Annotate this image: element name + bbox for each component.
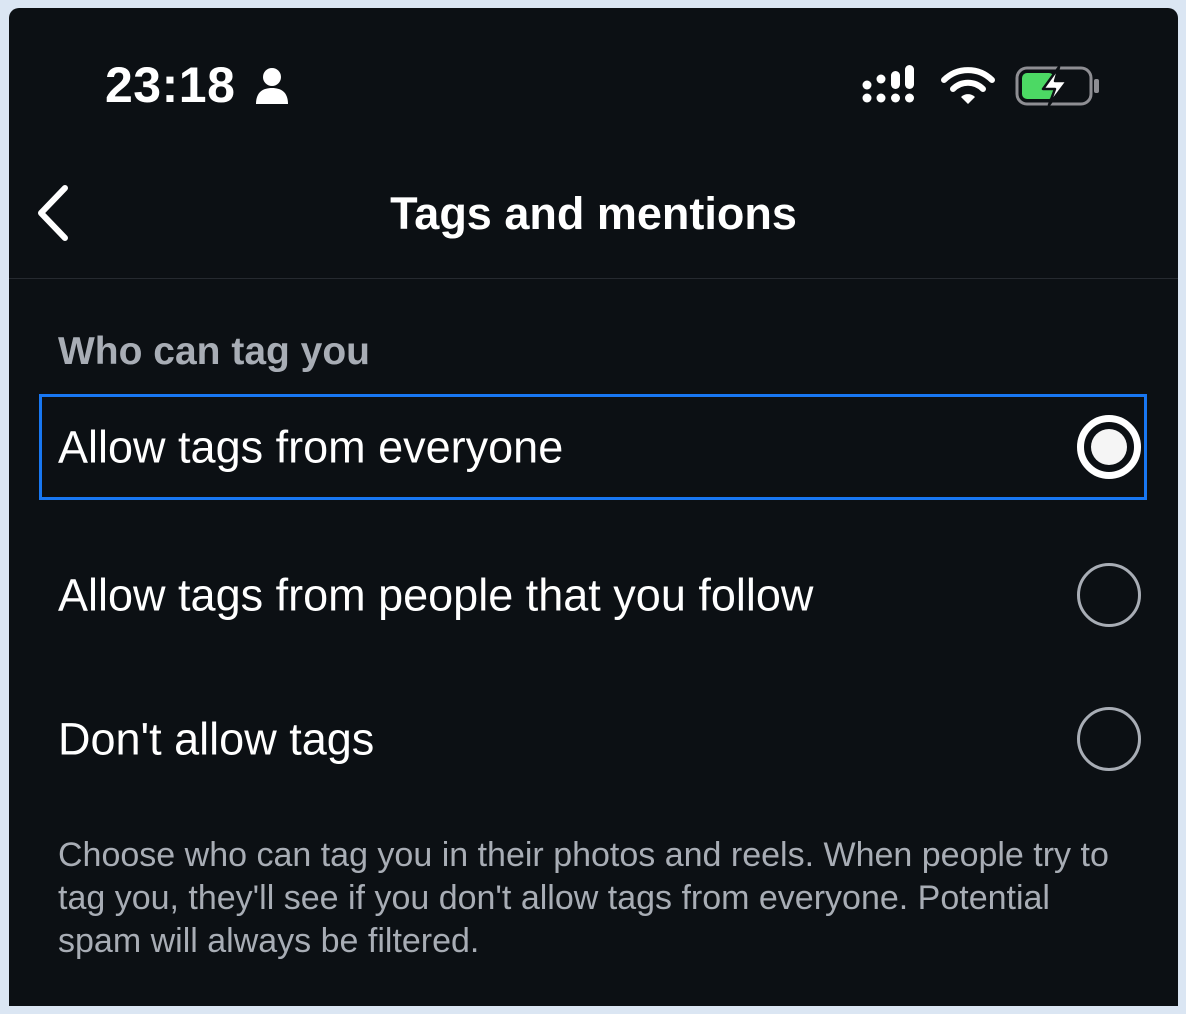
option-label: Don't allow tags	[58, 713, 375, 765]
option-dont-allow[interactable]: Don't allow tags	[39, 686, 1147, 792]
battery-charging-icon	[1015, 65, 1099, 107]
option-label: Allow tags from everyone	[58, 421, 564, 473]
radio-button-unselected[interactable]	[1077, 707, 1141, 771]
option-label: Allow tags from people that you follow	[58, 569, 814, 621]
status-time: 23:18	[105, 57, 236, 113]
option-allow-following[interactable]: Allow tags from people that you follow	[39, 542, 1147, 648]
cellular-signal-icon	[862, 65, 914, 103]
radio-button-selected[interactable]	[1077, 415, 1141, 479]
header-divider	[9, 278, 1178, 279]
person-icon	[256, 68, 288, 104]
description-text: Choose who can tag you in their photos a…	[58, 836, 1109, 960]
option-allow-everyone[interactable]: Allow tags from everyone	[39, 394, 1147, 500]
section-heading: Who can tag you	[58, 330, 370, 373]
app-screen: 23:18 Tags and mentions Who can tag you …	[9, 8, 1178, 1006]
radio-button-unselected[interactable]	[1077, 563, 1141, 627]
page-title: Tags and mentions	[390, 188, 797, 239]
wifi-icon	[941, 67, 995, 104]
